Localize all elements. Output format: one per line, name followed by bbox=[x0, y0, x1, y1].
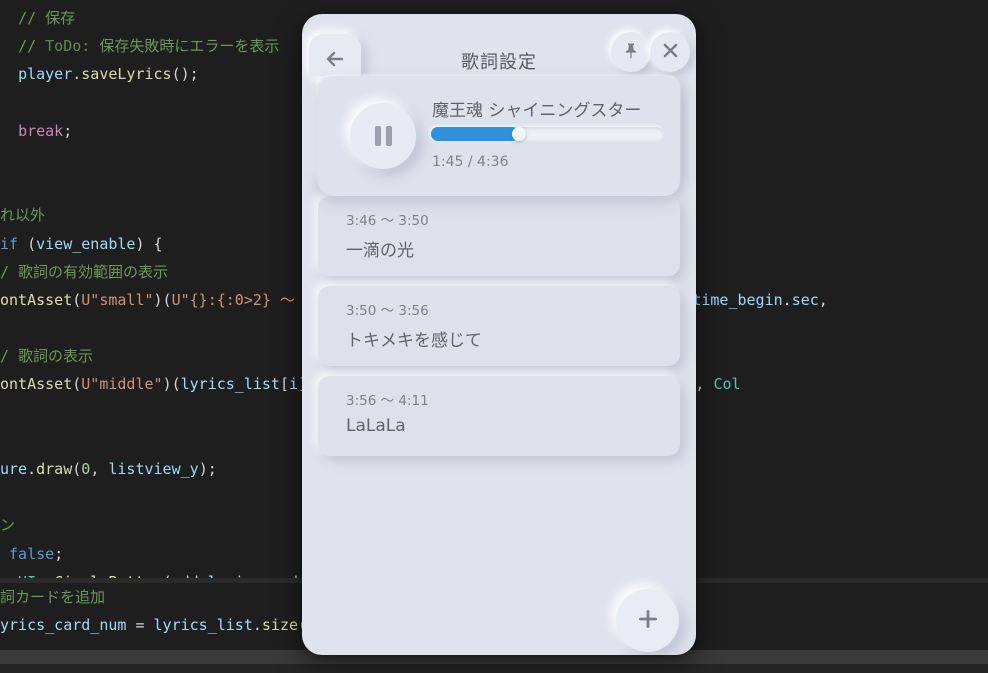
close-button[interactable] bbox=[650, 32, 690, 72]
code-token: ) { bbox=[135, 234, 163, 253]
code-token: ; bbox=[54, 544, 64, 563]
code-token: 保存失敗時にエラーを表示 bbox=[90, 37, 280, 56]
vertical-scrollbar[interactable] bbox=[984, 0, 988, 578]
pin-button[interactable] bbox=[611, 32, 651, 72]
code-token: ( bbox=[72, 375, 82, 394]
code-token: ( bbox=[18, 234, 37, 253]
code-token: false bbox=[9, 544, 55, 563]
code-token: . bbox=[252, 616, 262, 635]
close-icon bbox=[661, 41, 680, 63]
list-item[interactable]: 3:56 〜 4:11 LaLaLa bbox=[318, 376, 680, 456]
lyric-time-range: 3:50 〜 3:56 bbox=[346, 303, 429, 319]
list-item[interactable]: 3:50 〜 3:56 トキメキを感じて bbox=[318, 286, 680, 366]
seek-bar-fill bbox=[431, 127, 520, 141]
code-token: )( bbox=[162, 375, 181, 394]
code-token: . bbox=[782, 290, 792, 309]
code-token: U"small" bbox=[81, 290, 154, 309]
code-token: 詞カードを追加 bbox=[0, 588, 106, 606]
play-pause-button[interactable] bbox=[350, 103, 416, 169]
code-token: ( bbox=[72, 460, 82, 478]
code-token: ontAsset bbox=[0, 375, 73, 394]
code-token: Col bbox=[713, 375, 741, 394]
code-token: ToDo: bbox=[45, 37, 91, 56]
lyric-time-range: 3:56 〜 4:11 bbox=[346, 393, 429, 409]
code-token: lyrics_list bbox=[180, 375, 280, 394]
code-token: ); bbox=[198, 460, 217, 478]
code-token: draw bbox=[36, 460, 73, 478]
code-token: )( bbox=[153, 290, 172, 309]
seek-bar[interactable] bbox=[431, 127, 663, 141]
code-token: size bbox=[261, 616, 299, 635]
code-token: lyrics_list bbox=[153, 616, 253, 635]
code-token: yrics_card_num bbox=[0, 616, 127, 635]
code-token: view_enable bbox=[36, 234, 136, 253]
code-token: listview_y bbox=[108, 460, 199, 478]
code-token: ure bbox=[0, 460, 28, 478]
code-token: 0 bbox=[81, 460, 91, 478]
playback-time-label: 1:45 / 4:36 bbox=[432, 154, 509, 170]
lyric-text: トキメキを感じて bbox=[346, 331, 482, 351]
code-token: if bbox=[0, 234, 19, 253]
code-token: // 保存 bbox=[18, 9, 76, 27]
code-token: [ bbox=[279, 375, 289, 394]
code-token: (); bbox=[171, 65, 199, 84]
screen: // 保存 // ToDo: 保存失敗時にエラーを表示 player.saveL… bbox=[0, 0, 988, 673]
code-token: time_begin bbox=[692, 290, 783, 309]
code-token: // bbox=[18, 37, 46, 56]
lyric-time-range: 3:46 〜 3:50 bbox=[346, 213, 429, 229]
code-token: sec bbox=[791, 290, 819, 309]
code-token: . bbox=[27, 460, 37, 478]
code-token: / 歌詞の表示 bbox=[0, 347, 94, 366]
code-token: ; bbox=[63, 121, 73, 140]
lyric-text: 一滴の光 bbox=[346, 241, 414, 261]
editor-status-bar bbox=[0, 664, 988, 673]
list-item[interactable]: 3:46 〜 3:50 一滴の光 bbox=[318, 196, 680, 276]
code-token: , bbox=[695, 375, 714, 394]
add-lyric-card-button[interactable] bbox=[616, 589, 679, 652]
panel-header: 歌詞設定 bbox=[302, 14, 696, 86]
code-token: ontAsset bbox=[0, 290, 73, 309]
code-token: = bbox=[126, 616, 154, 635]
code-token: , bbox=[90, 460, 109, 478]
code-token: ( bbox=[72, 290, 82, 309]
player-card: 魔王魂 シャイニングスター 1:45 / 4:36 bbox=[318, 76, 680, 196]
code-token: れ以外 bbox=[0, 206, 46, 225]
lyric-text: LaLaLa bbox=[346, 416, 406, 436]
code-token: ン bbox=[0, 516, 16, 535]
code-token: player bbox=[18, 65, 73, 84]
code-token: / 歌詞の有効範囲の表示 bbox=[0, 262, 169, 281]
track-title: 魔王魂 シャイニングスター bbox=[432, 101, 642, 121]
code-token: i bbox=[289, 375, 299, 394]
lyrics-settings-panel: 歌詞設定 3:46 〜 3:50 一滴の光 3:50 〜 3:56 トキメキを感… bbox=[302, 14, 696, 655]
plus-icon bbox=[635, 606, 661, 635]
code-token: saveLyrics bbox=[81, 65, 172, 84]
code-token: U"{}:{:0>2} 〜 bbox=[171, 290, 295, 309]
code-token: break bbox=[18, 121, 64, 140]
code-token: . bbox=[72, 65, 82, 84]
pause-icon bbox=[374, 126, 392, 146]
pin-icon bbox=[622, 42, 640, 63]
code-token: , bbox=[818, 290, 828, 309]
code-token: U"middle" bbox=[81, 375, 163, 394]
